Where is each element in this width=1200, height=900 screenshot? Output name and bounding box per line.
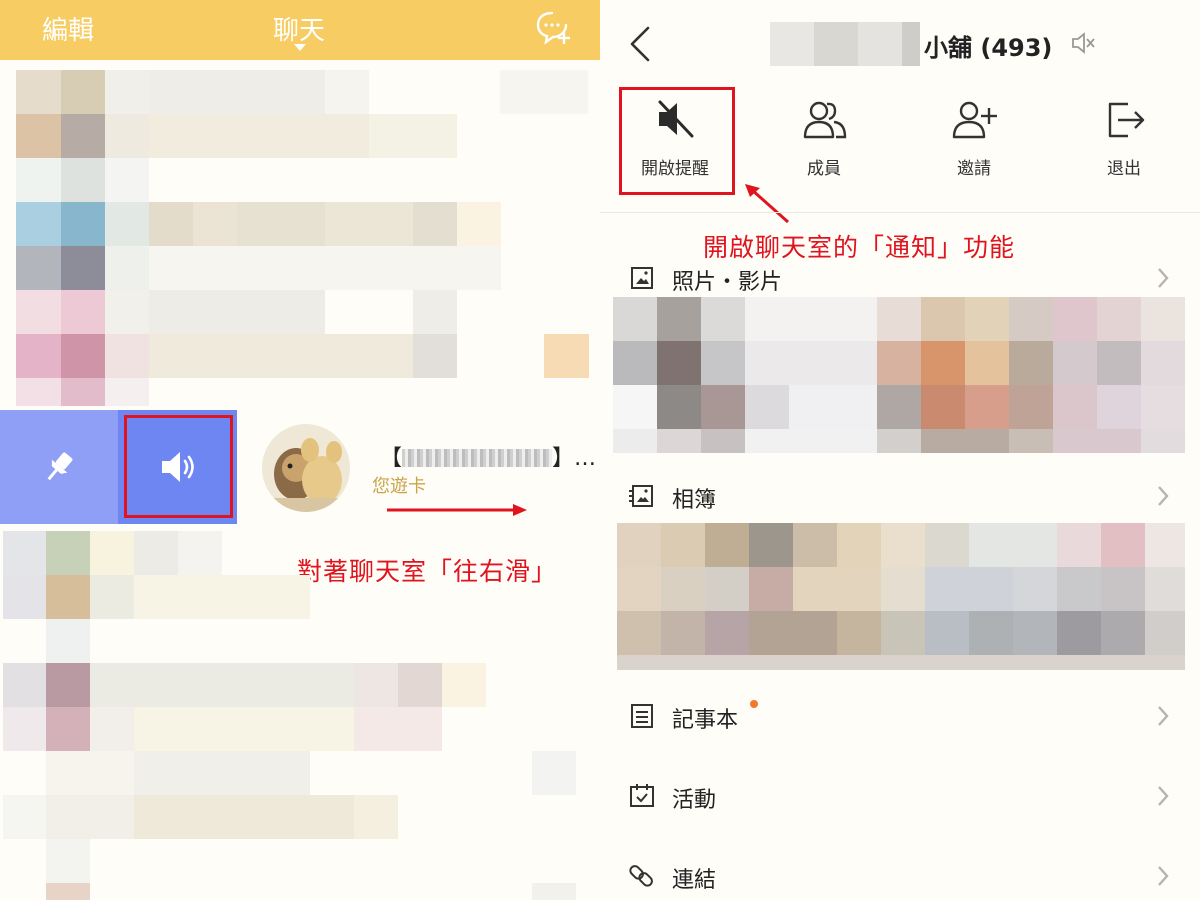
exit-icon xyxy=(1108,102,1145,138)
links-row[interactable]: 連結 xyxy=(600,850,1200,900)
chat-preview: 您遊卡 xyxy=(372,476,426,497)
avatar-illustration xyxy=(262,438,350,512)
members-icon xyxy=(803,101,847,139)
room-title: 小舖 (493) xyxy=(924,34,1053,62)
divider xyxy=(600,212,1200,213)
highlight-box-notify xyxy=(619,87,735,195)
back-chevron-icon[interactable] xyxy=(628,26,652,62)
action-label: 成員 xyxy=(807,159,841,179)
photos-videos-row[interactable]: 照片・影片 xyxy=(600,252,1200,302)
chat-list-header: 編輯 聊天 xyxy=(0,0,600,60)
arrow-up-left-icon xyxy=(745,184,789,224)
chat-name-suffix: 】… xyxy=(552,446,597,471)
arrow-right-icon xyxy=(387,504,527,516)
photos-videos-label: 照片・影片 xyxy=(672,270,783,295)
invite-button[interactable]: 邀請 xyxy=(904,92,1044,192)
photo-icon xyxy=(631,267,653,289)
leave-button[interactable]: 退出 xyxy=(1054,92,1194,192)
action-label: 退出 xyxy=(1107,159,1141,179)
chevron-right-icon xyxy=(1158,706,1169,726)
annotation-swipe: 對著聊天室「往右滑」 xyxy=(297,557,558,586)
new-badge-dot xyxy=(750,700,758,708)
chevron-right-icon xyxy=(1158,268,1169,288)
pin-icon xyxy=(47,452,73,481)
chat-room-settings-panel: 【 小舖 (493) 開啟提醒 成員 邀請 退出 開啟聊天室的「通知」功能 照片… xyxy=(600,0,1200,900)
link-icon xyxy=(629,865,653,887)
chat-list-panel: 編輯 聊天 【 】… 您遊卡 對著聊天室「往右滑」 xyxy=(0,0,600,900)
notes-row[interactable]: 記事本 xyxy=(600,690,1200,740)
chat-name: 【 】… xyxy=(380,440,596,472)
edit-button[interactable]: 編輯 xyxy=(42,10,94,47)
pin-button[interactable] xyxy=(0,410,118,524)
album-row[interactable]: 相簿 xyxy=(600,470,1200,520)
add-user-icon xyxy=(952,101,997,139)
chat-plus-icon[interactable] xyxy=(535,9,575,45)
redacted-room-name xyxy=(770,22,920,66)
members-button[interactable]: 成員 xyxy=(754,92,894,192)
speaker-muted-icon xyxy=(1072,32,1095,54)
chevron-right-icon xyxy=(1158,786,1169,806)
events-row[interactable]: 活動 xyxy=(600,770,1200,820)
redacted-name xyxy=(402,449,553,467)
chevron-right-icon xyxy=(1158,486,1169,506)
album-icon xyxy=(629,485,653,507)
links-label: 連結 xyxy=(672,868,717,893)
chat-name-prefix: 【 xyxy=(380,446,403,471)
chevron-right-icon xyxy=(1158,866,1169,886)
note-icon xyxy=(631,704,653,728)
page-title[interactable]: 聊天 xyxy=(273,10,325,47)
album-label: 相簿 xyxy=(672,488,717,513)
chevron-down-icon xyxy=(294,44,306,51)
events-label: 活動 xyxy=(672,788,717,813)
highlight-box-mute xyxy=(124,415,233,518)
calendar-icon xyxy=(630,784,654,807)
notes-label: 記事本 xyxy=(672,708,739,733)
avatar xyxy=(262,424,350,512)
action-label: 邀請 xyxy=(957,159,991,179)
